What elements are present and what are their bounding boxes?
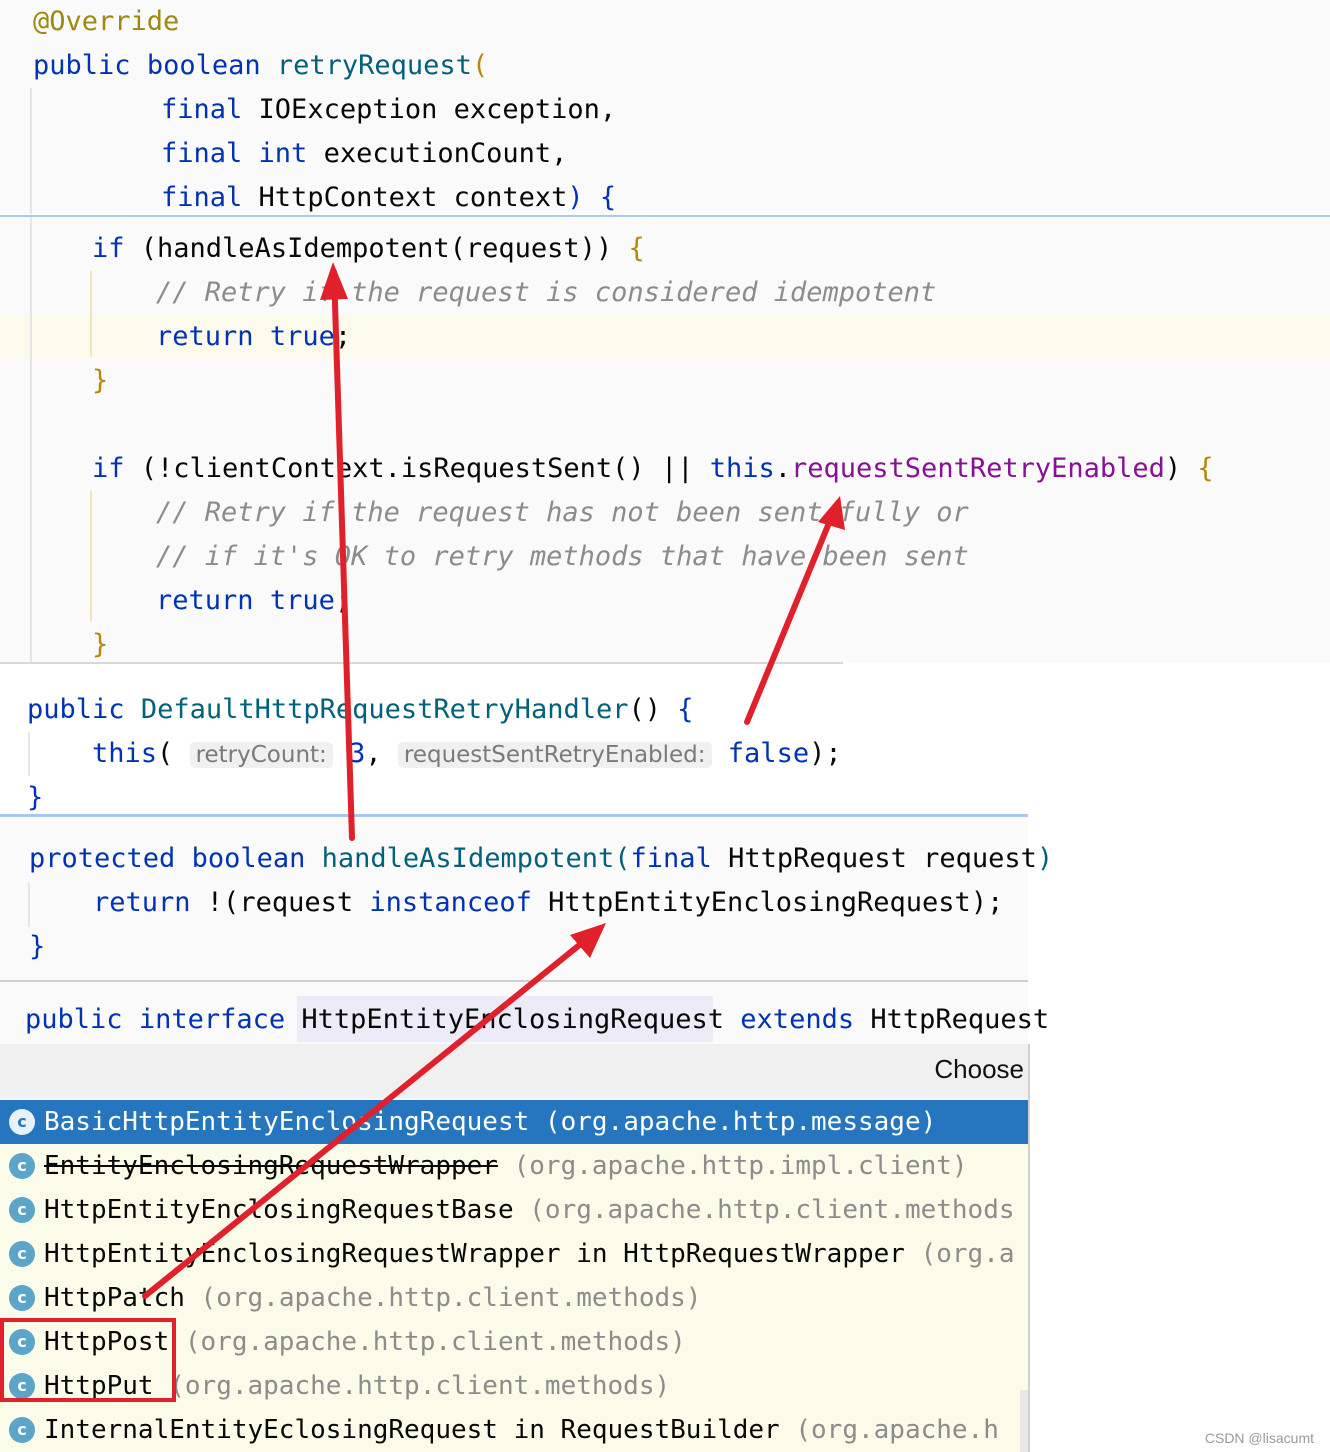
arrowhead [818, 496, 845, 530]
arrow-to-instanceof-type [142, 927, 601, 1299]
annotation-arrows [142, 262, 845, 1299]
arrow-to-handle-as-idempotent [331, 269, 355, 841]
arrowhead [320, 262, 348, 300]
arrow-to-request-sent-retry-enabled [744, 503, 839, 725]
arrowhead [570, 923, 606, 958]
